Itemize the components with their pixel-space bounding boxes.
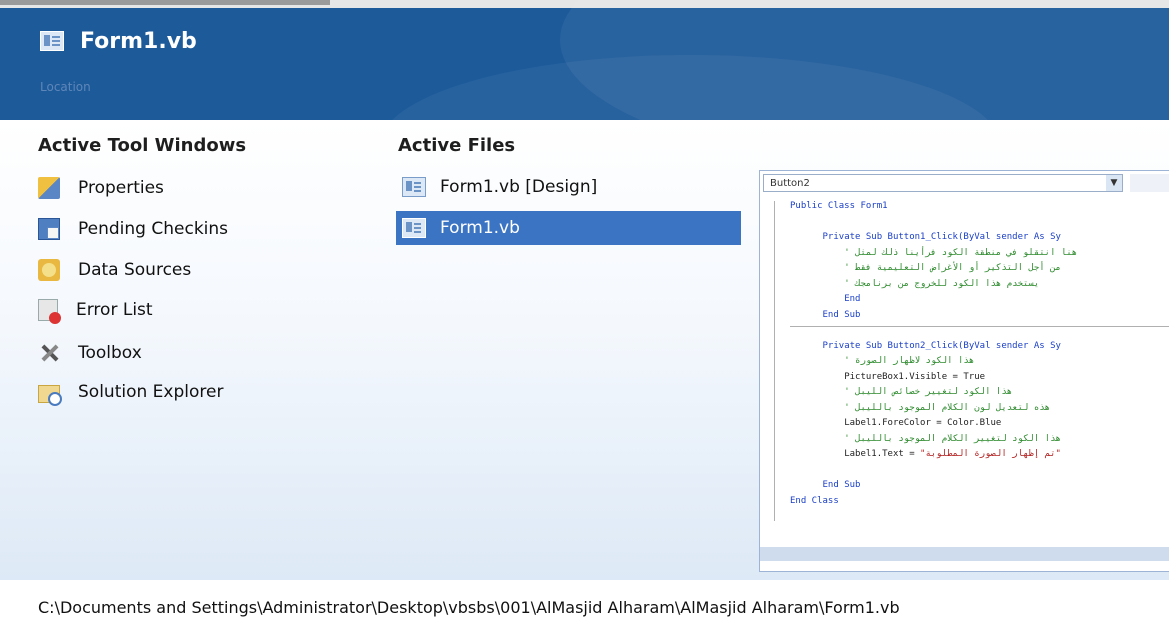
code-comment: ' هذا الكود لاظهار الصورة — [844, 356, 975, 366]
preview-code: Public Class Form1 Private Sub Button1_C… — [790, 199, 1169, 509]
active-file-label: Form1.vb [Design] — [440, 177, 598, 197]
active-file-form1-code[interactable]: Form1.vb — [396, 211, 741, 245]
file-path: C:\Documents and Settings\Administrator\… — [38, 598, 900, 617]
preview-corner — [1130, 174, 1169, 192]
preview-margin — [760, 195, 774, 565]
preview-combo-value: Button2 — [770, 178, 810, 189]
code-comment: ' هذه لتعديل لون الكلام الموجود بالليبل — [844, 402, 1051, 413]
code-comment: ' هنا انتقلو في منطقة الكود فرأينا ذلك ل… — [844, 247, 1078, 258]
header-title: Form1.vb — [80, 29, 197, 54]
code-line: End Sub — [822, 480, 861, 490]
pending-checkins-icon — [38, 218, 60, 240]
code-string: "تم إظهار الصورة المطلوبة" — [920, 449, 1061, 459]
preview-scrollbar — [760, 547, 1169, 561]
tool-window-error-list[interactable]: Error List — [38, 297, 338, 324]
code-line: Private Sub Button1_Click(ByVal sender A… — [822, 232, 1061, 242]
active-files-heading: Active Files — [398, 135, 516, 156]
code-comment: ' هذا الكود لتغيير الكلام الموجود بالليب… — [844, 433, 1061, 444]
tool-window-properties[interactable]: Properties — [38, 175, 338, 201]
active-file-form1-design[interactable]: Form1.vb [Design] — [396, 170, 741, 204]
tool-window-solution-explorer[interactable]: Solution Explorer — [38, 379, 338, 406]
code-line: Label1.ForeColor = Color.Blue — [844, 418, 1002, 428]
tool-window-label: Data Sources — [78, 260, 192, 280]
solution-explorer-icon — [38, 384, 62, 406]
preview-member-combo: Button2 ▼ — [763, 174, 1123, 192]
error-list-icon — [38, 299, 61, 324]
active-tool-windows-heading: Active Tool Windows — [38, 135, 247, 156]
tool-window-label: Pending Checkins — [78, 219, 229, 239]
properties-icon — [38, 177, 60, 199]
data-sources-icon — [38, 259, 60, 281]
code-comment: ' يستخدم هذا الكود للخروج من برنامجك — [844, 278, 1040, 289]
header-subtitle: Location — [40, 80, 91, 94]
code-comment: ' من أجل التذكير أو الأغراض التعليمية فق… — [844, 263, 1061, 273]
chevron-down-icon: ▼ — [1106, 175, 1122, 191]
code-comment: ' هذا الكود لتغيير خصائص الليبل — [844, 387, 1013, 397]
tool-window-toolbox[interactable]: Toolbox — [38, 340, 338, 366]
code-file-icon — [402, 218, 426, 238]
tool-window-label: Error List — [76, 300, 153, 320]
tool-window-pending-checkins[interactable]: Pending Checkins — [38, 216, 338, 242]
code-line: Public Class Form1 — [790, 201, 888, 211]
preview-outline-gutter — [774, 201, 785, 521]
code-line: End Sub — [822, 309, 861, 320]
window-header: Form1.vb Location — [0, 0, 1169, 120]
code-line: Label1.Text = — [844, 449, 921, 459]
tool-window-label: Solution Explorer — [78, 382, 224, 402]
code-line: PictureBox1.Visible = True — [844, 371, 986, 382]
tool-window-label: Properties — [78, 178, 164, 198]
tool-window-data-sources[interactable]: Data Sources — [38, 257, 338, 283]
code-line: End — [844, 294, 861, 304]
form-file-icon — [40, 31, 64, 51]
active-file-label: Form1.vb — [440, 218, 520, 238]
toolbox-icon — [38, 342, 60, 364]
file-preview: Button2 ▼ Public Class Form1 Private Sub… — [759, 170, 1169, 572]
form-file-icon — [402, 177, 426, 197]
header-top-rim-dark — [0, 0, 330, 5]
tool-window-label: Toolbox — [78, 343, 142, 363]
code-line: Private Sub Button2_Click(ByVal sender A… — [822, 340, 1061, 351]
code-line: End Class — [790, 495, 839, 506]
